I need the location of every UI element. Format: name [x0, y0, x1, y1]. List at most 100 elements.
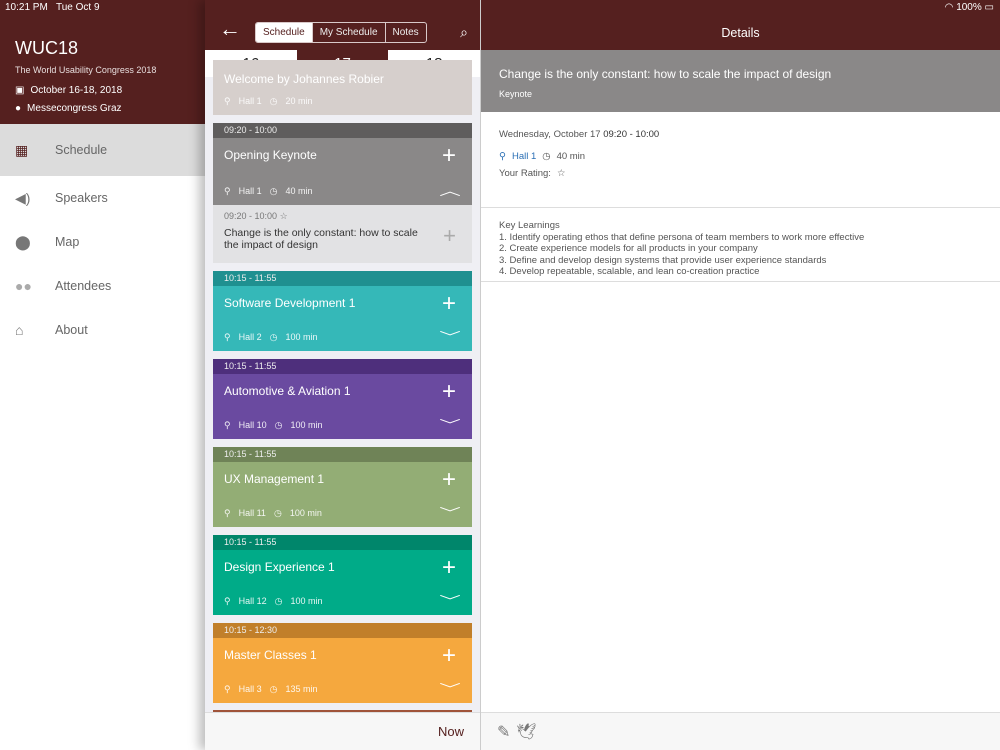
session-time: 10:15 - 12:30	[213, 623, 472, 638]
add-icon[interactable]: +	[442, 466, 456, 494]
clock-icon: ◷	[273, 508, 282, 518]
chevron-down-icon[interactable]: ﹀	[439, 416, 461, 433]
learning-item: 3. Define and develop design systems tha…	[499, 254, 827, 266]
session-duration: 100 min	[289, 508, 322, 518]
calendar-icon: ▣	[15, 85, 25, 96]
details-duration: 40 min	[556, 151, 586, 162]
tab-notes[interactable]: Notes	[384, 23, 426, 42]
rating-label: Your Rating:	[499, 168, 551, 179]
details-info: Wednesday, October 17 09:20 - 10:00 ⚲ Hal…	[481, 112, 1000, 208]
add-icon[interactable]: +	[442, 378, 456, 406]
location-icon: ⚲	[224, 96, 231, 106]
session-hall: Hall 1	[238, 96, 262, 106]
sidebar: WUC18 The World Usability Congress 2018 …	[0, 0, 205, 750]
now-button[interactable]: Now	[438, 724, 464, 739]
calendar-icon: ▦	[15, 141, 29, 158]
twitter-icon[interactable]: 🕊	[516, 722, 536, 741]
sidebar-item-about[interactable]: ⌂ About	[0, 308, 205, 352]
tab-my-schedule[interactable]: My Schedule	[311, 23, 385, 42]
clock-icon: ◷	[269, 332, 278, 342]
chevron-down-icon[interactable]: ﹀	[439, 504, 461, 521]
sidebar-item-map[interactable]: ⬤ Map	[0, 220, 205, 264]
session-duration: 20 min	[285, 96, 313, 106]
session-title: Design Experience 1	[224, 560, 335, 574]
status-time: 10:21 PM	[5, 2, 48, 13]
session-hall: Hall 3	[238, 684, 262, 694]
session-hall: Hall 10	[238, 420, 267, 430]
details-footer: ✎ 🕊	[481, 712, 1000, 750]
session-time: 10:15 - 11:55	[213, 359, 472, 374]
add-icon[interactable]: +	[443, 223, 456, 249]
back-arrow-icon[interactable]: ←	[219, 18, 241, 40]
clock-icon: ◷	[274, 420, 283, 430]
chevron-down-icon[interactable]: ﹀	[439, 592, 461, 609]
nav-label: Speakers	[55, 191, 108, 205]
nav-label: About	[55, 323, 88, 337]
tab-schedule[interactable]: Schedule	[256, 23, 312, 42]
clock-icon: ◷	[274, 596, 283, 606]
session-time: 09:20 - 10:00	[213, 123, 472, 138]
sidebar-item-schedule[interactable]: ▦ Schedule	[0, 124, 205, 176]
learning-item: 2. Create experience models for all prod…	[499, 243, 758, 254]
details-banner: Change is the only constant: how to scal…	[481, 50, 1000, 112]
edit-note-icon[interactable]: ✎	[497, 722, 510, 741]
location-icon: ⚲	[224, 186, 231, 196]
session-card[interactable]: 10:15 - 11:55 Design Experience 1 + ⚲ Hal…	[213, 535, 472, 615]
details-hall-link[interactable]: Hall 1	[512, 151, 536, 162]
session-card[interactable]: 10:15 - 11:55 UX Management 1 + ⚲ Hall 11…	[213, 447, 472, 527]
session-title: Automotive & Aviation 1	[224, 384, 351, 398]
session-time: 10:15 - 11:55	[213, 271, 472, 286]
home-icon: ⌂	[15, 322, 24, 338]
add-icon[interactable]: +	[442, 290, 456, 318]
key-learnings: Key Learnings 1. Identify operating etho…	[481, 208, 1000, 282]
location-icon: ⚲	[224, 508, 231, 518]
chevron-down-icon[interactable]: ﹀	[439, 680, 461, 697]
clock-icon: ◷	[542, 151, 551, 162]
session-duration: 100 min	[285, 332, 318, 342]
schedule-panel: ← Schedule My Schedule Notes ⌕ 16 17 18 …	[205, 0, 480, 750]
star-icon[interactable]: ☆	[557, 168, 566, 179]
session-title: Welcome by Johannes Robier	[224, 72, 384, 86]
attendees-icon: ●●	[15, 278, 32, 294]
star-icon[interactable]: ☆	[280, 211, 288, 221]
schedule-footer: Now	[205, 712, 480, 750]
sidebar-item-attendees[interactable]: ●● Attendees	[0, 264, 205, 308]
session-card[interactable]: 10:15 - 12:30 Master Classes 1 + ⚲ Hall 3…	[213, 623, 472, 703]
add-icon[interactable]: +	[442, 554, 456, 582]
session-duration: 40 min	[285, 186, 313, 196]
session-card[interactable]: 10:15 - 11:55 Automotive & Aviation 1 + …	[213, 359, 472, 439]
speaker-icon: ◀)	[15, 189, 31, 206]
search-icon[interactable]: ⌕	[460, 24, 468, 41]
details-panel: Details Change is the only constant: how…	[480, 0, 1000, 750]
clock-icon: ◷	[269, 684, 278, 694]
sub-session[interactable]: 09:20 - 10:00 ☆ Change is the only const…	[213, 205, 472, 263]
location-icon: ⚲	[224, 420, 231, 430]
battery-icon: ▭	[984, 2, 994, 13]
status-date: Tue Oct 9	[55, 2, 100, 13]
event-venue: Messecongress Graz	[27, 103, 122, 114]
chevron-down-icon[interactable]: ﹀	[439, 328, 461, 345]
event-dates: October 16-18, 2018	[30, 85, 123, 96]
session-duration: 100 min	[290, 420, 323, 430]
location-icon: ●	[15, 103, 22, 114]
app-title: WUC18	[15, 38, 79, 58]
details-date: Wednesday, October 17	[499, 129, 601, 140]
session-title: UX Management 1	[224, 472, 325, 486]
wifi-icon: ◠	[944, 2, 954, 13]
nav-label: Map	[55, 235, 80, 249]
session-card[interactable]: 10:15 - 11:55 Software Development 1 + ⚲…	[213, 271, 472, 351]
learning-item: 1. Identify operating ethos that define …	[499, 231, 865, 243]
session-card[interactable]: Welcome by Johannes Robier ⚲ Hall 1 ◷ 20 mi…	[213, 60, 472, 115]
chevron-up-icon[interactable]: ︿	[439, 182, 461, 199]
map-pin-icon: ⬤	[15, 233, 31, 250]
location-icon: ⚲	[224, 684, 231, 694]
learning-item: 4. Develop repeatable, scalable, and lea…	[499, 266, 760, 277]
add-icon[interactable]: +	[442, 642, 456, 670]
add-icon[interactable]: +	[442, 142, 456, 170]
nav-label: Attendees	[55, 279, 112, 293]
session-hall: Hall 1	[238, 186, 262, 196]
sub-session-title: Change is the only constant: how to scal…	[224, 227, 418, 251]
clock-icon: ◷	[269, 96, 278, 106]
session-card-keynote[interactable]: 09:20 - 10:00 Opening Keynote + ⚲ Hall 1 ◷…	[213, 123, 472, 263]
sidebar-item-speakers[interactable]: ◀) Speakers	[0, 176, 205, 220]
